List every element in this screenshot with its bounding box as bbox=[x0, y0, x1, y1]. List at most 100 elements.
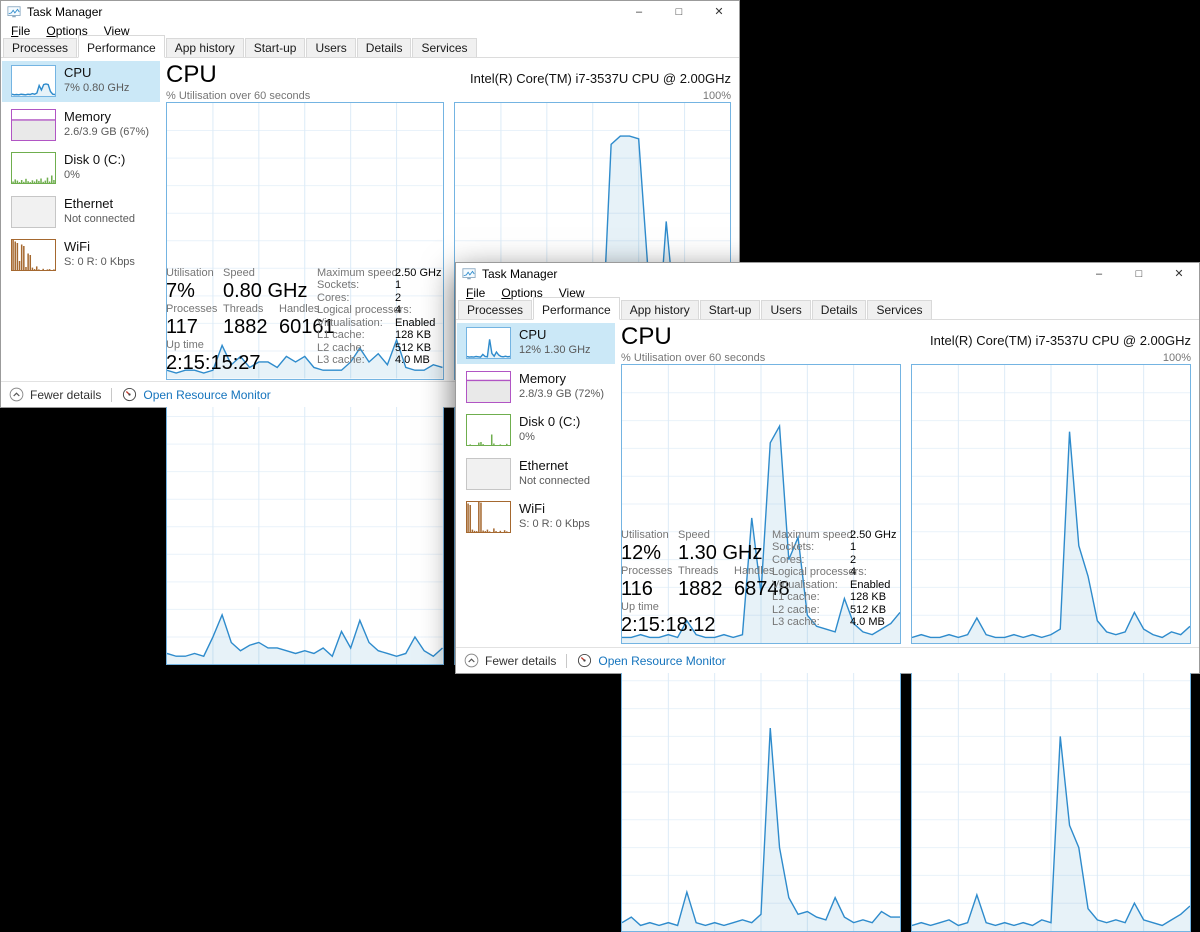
sidebar-item-memory[interactable]: Memory 2.8/3.9 GB (72%) bbox=[457, 367, 615, 408]
sidebar-item-cpu[interactable]: CPU 12% 1.30 GHz bbox=[457, 323, 615, 364]
tab-performance[interactable]: Performance bbox=[533, 297, 620, 320]
speed-label: Speed bbox=[678, 529, 710, 541]
sidebar-cpu-label: CPU bbox=[64, 65, 91, 80]
spec-label: L1 cache: bbox=[772, 591, 850, 603]
tab-performance[interactable]: Performance bbox=[78, 35, 165, 58]
task-manager-window-front: Task Manager – □ ✕ File Options View Pro… bbox=[455, 262, 1200, 674]
speed-value: 0.80 GHz bbox=[223, 280, 307, 303]
footer-bar: Fewer details Open Resource Monitor bbox=[456, 647, 1199, 673]
spec-label: L1 cache: bbox=[317, 329, 395, 341]
titlebar[interactable]: Task Manager – □ ✕ bbox=[1, 1, 739, 22]
disk-thumb-graph bbox=[467, 415, 510, 445]
fewer-details-label: Fewer details bbox=[485, 654, 556, 668]
maximize-button[interactable]: □ bbox=[1119, 263, 1159, 284]
processes-value: 117 bbox=[166, 316, 198, 339]
threads-label: Threads bbox=[223, 303, 263, 315]
spec-row: Logical processors:4 bbox=[317, 304, 401, 316]
spec-row: Maximum speed:2.50 GHz bbox=[317, 267, 441, 279]
spec-value: Enabled bbox=[850, 579, 890, 591]
spec-label: Sockets: bbox=[317, 279, 395, 291]
tab-bar: Processes Performance App history Start-… bbox=[456, 301, 1199, 320]
spec-value: 4.0 MB bbox=[850, 616, 885, 628]
handles-label: Handles bbox=[734, 565, 774, 577]
sidebar-item-wifi[interactable]: WiFi S: 0 R: 0 Kbps bbox=[2, 235, 160, 276]
fewer-details-button[interactable]: Fewer details bbox=[464, 653, 556, 668]
spec-row: Sockets:1 bbox=[772, 541, 856, 553]
footer-divider bbox=[566, 654, 567, 668]
speed-label: Speed bbox=[223, 267, 255, 279]
spec-label: L2 cache: bbox=[772, 604, 850, 616]
spec-row: Cores:2 bbox=[317, 292, 401, 304]
tab-details[interactable]: Details bbox=[812, 300, 867, 319]
cpu-thumbnail-chart bbox=[466, 327, 511, 359]
footer-divider bbox=[111, 388, 112, 402]
utilisation-value: 12% bbox=[621, 542, 661, 565]
window-title: Task Manager bbox=[482, 267, 557, 281]
sidebar-ethernet-value: Not connected bbox=[64, 213, 135, 225]
processes-label: Processes bbox=[621, 565, 672, 577]
open-resource-monitor-link[interactable]: Open Resource Monitor bbox=[122, 387, 270, 402]
sidebar-item-ethernet[interactable]: Ethernet Not connected bbox=[457, 454, 615, 495]
titlebar[interactable]: Task Manager – □ ✕ bbox=[456, 263, 1199, 284]
spec-row: Sockets:1 bbox=[317, 279, 401, 291]
cpu-core-chart-2[interactable] bbox=[166, 388, 444, 666]
spec-value: 128 KB bbox=[395, 329, 431, 341]
tab-processes[interactable]: Processes bbox=[458, 300, 532, 319]
sidebar-item-ethernet[interactable]: Ethernet Not connected bbox=[2, 192, 160, 233]
spec-value: 2 bbox=[850, 554, 856, 566]
spec-value: 1 bbox=[850, 541, 856, 553]
tab-services[interactable]: Services bbox=[412, 38, 476, 57]
minimize-button[interactable]: – bbox=[1079, 263, 1119, 284]
memory-thumbnail-chart bbox=[11, 109, 56, 141]
tab-bar: Processes Performance App history Start-… bbox=[1, 39, 739, 58]
cpu-core-chart-1[interactable] bbox=[911, 364, 1191, 644]
sidebar-item-cpu[interactable]: CPU 7% 0.80 GHz bbox=[2, 61, 160, 102]
close-button[interactable]: ✕ bbox=[1159, 263, 1199, 284]
utilisation-label: Utilisation bbox=[166, 267, 214, 279]
sidebar-item-memory[interactable]: Memory 2.6/3.9 GB (67%) bbox=[2, 105, 160, 146]
menu-file[interactable]: File bbox=[3, 24, 38, 38]
disk-thumbnail-chart bbox=[466, 414, 511, 446]
spec-label: Virtualisation: bbox=[317, 317, 395, 329]
uptime-value: 2:15:18:12 bbox=[621, 614, 716, 637]
fewer-details-button[interactable]: Fewer details bbox=[9, 387, 101, 402]
sidebar-item-disk[interactable]: Disk 0 (C:) 0% bbox=[457, 410, 615, 451]
minimize-button[interactable]: – bbox=[619, 1, 659, 22]
close-button[interactable]: ✕ bbox=[699, 1, 739, 22]
cpu-thumb-graph bbox=[12, 66, 55, 96]
tab-users[interactable]: Users bbox=[761, 300, 810, 319]
spec-value: 1 bbox=[395, 279, 401, 291]
sidebar-item-disk[interactable]: Disk 0 (C:) 0% bbox=[2, 148, 160, 189]
cpu-thumbnail-chart bbox=[11, 65, 56, 97]
sidebar-item-wifi[interactable]: WiFi S: 0 R: 0 Kbps bbox=[457, 497, 615, 538]
chart-max-label: 100% bbox=[703, 90, 731, 102]
cpu-core-graph-3 bbox=[912, 653, 1190, 931]
window-title: Task Manager bbox=[27, 5, 102, 19]
spec-row: Virtualisation:Enabled bbox=[317, 317, 435, 329]
uptime-value: 2:15:15:27 bbox=[166, 352, 261, 375]
tab-services[interactable]: Services bbox=[867, 300, 931, 319]
spec-value: 128 KB bbox=[850, 591, 886, 603]
task-manager-app-icon bbox=[7, 5, 21, 19]
memory-thumb-graph bbox=[467, 372, 510, 402]
sidebar-wifi-value: S: 0 R: 0 Kbps bbox=[519, 518, 590, 530]
spec-label: Logical processors: bbox=[772, 566, 850, 578]
cpu-core-chart-3[interactable] bbox=[911, 652, 1191, 932]
cpu-core-chart-2[interactable] bbox=[621, 652, 901, 932]
maximize-button[interactable]: □ bbox=[659, 1, 699, 22]
tab-app-history[interactable]: App history bbox=[621, 300, 699, 319]
tab-app-history[interactable]: App history bbox=[166, 38, 244, 57]
spec-label: Sockets: bbox=[772, 541, 850, 553]
tab-users[interactable]: Users bbox=[306, 38, 355, 57]
cpu-model-name: Intel(R) Core(TM) i7-3537U CPU @ 2.00GHz bbox=[470, 71, 731, 86]
fewer-details-label: Fewer details bbox=[30, 388, 101, 402]
sidebar-memory-value: 2.6/3.9 GB (67%) bbox=[64, 126, 149, 138]
spec-value: 4 bbox=[850, 566, 856, 578]
tab-processes[interactable]: Processes bbox=[3, 38, 77, 57]
open-resource-monitor-link[interactable]: Open Resource Monitor bbox=[577, 653, 725, 668]
window-controls: – □ ✕ bbox=[1079, 263, 1199, 284]
tab-start-up[interactable]: Start-up bbox=[245, 38, 306, 57]
tab-start-up[interactable]: Start-up bbox=[700, 300, 761, 319]
menu-file[interactable]: File bbox=[458, 286, 493, 300]
tab-details[interactable]: Details bbox=[357, 38, 412, 57]
